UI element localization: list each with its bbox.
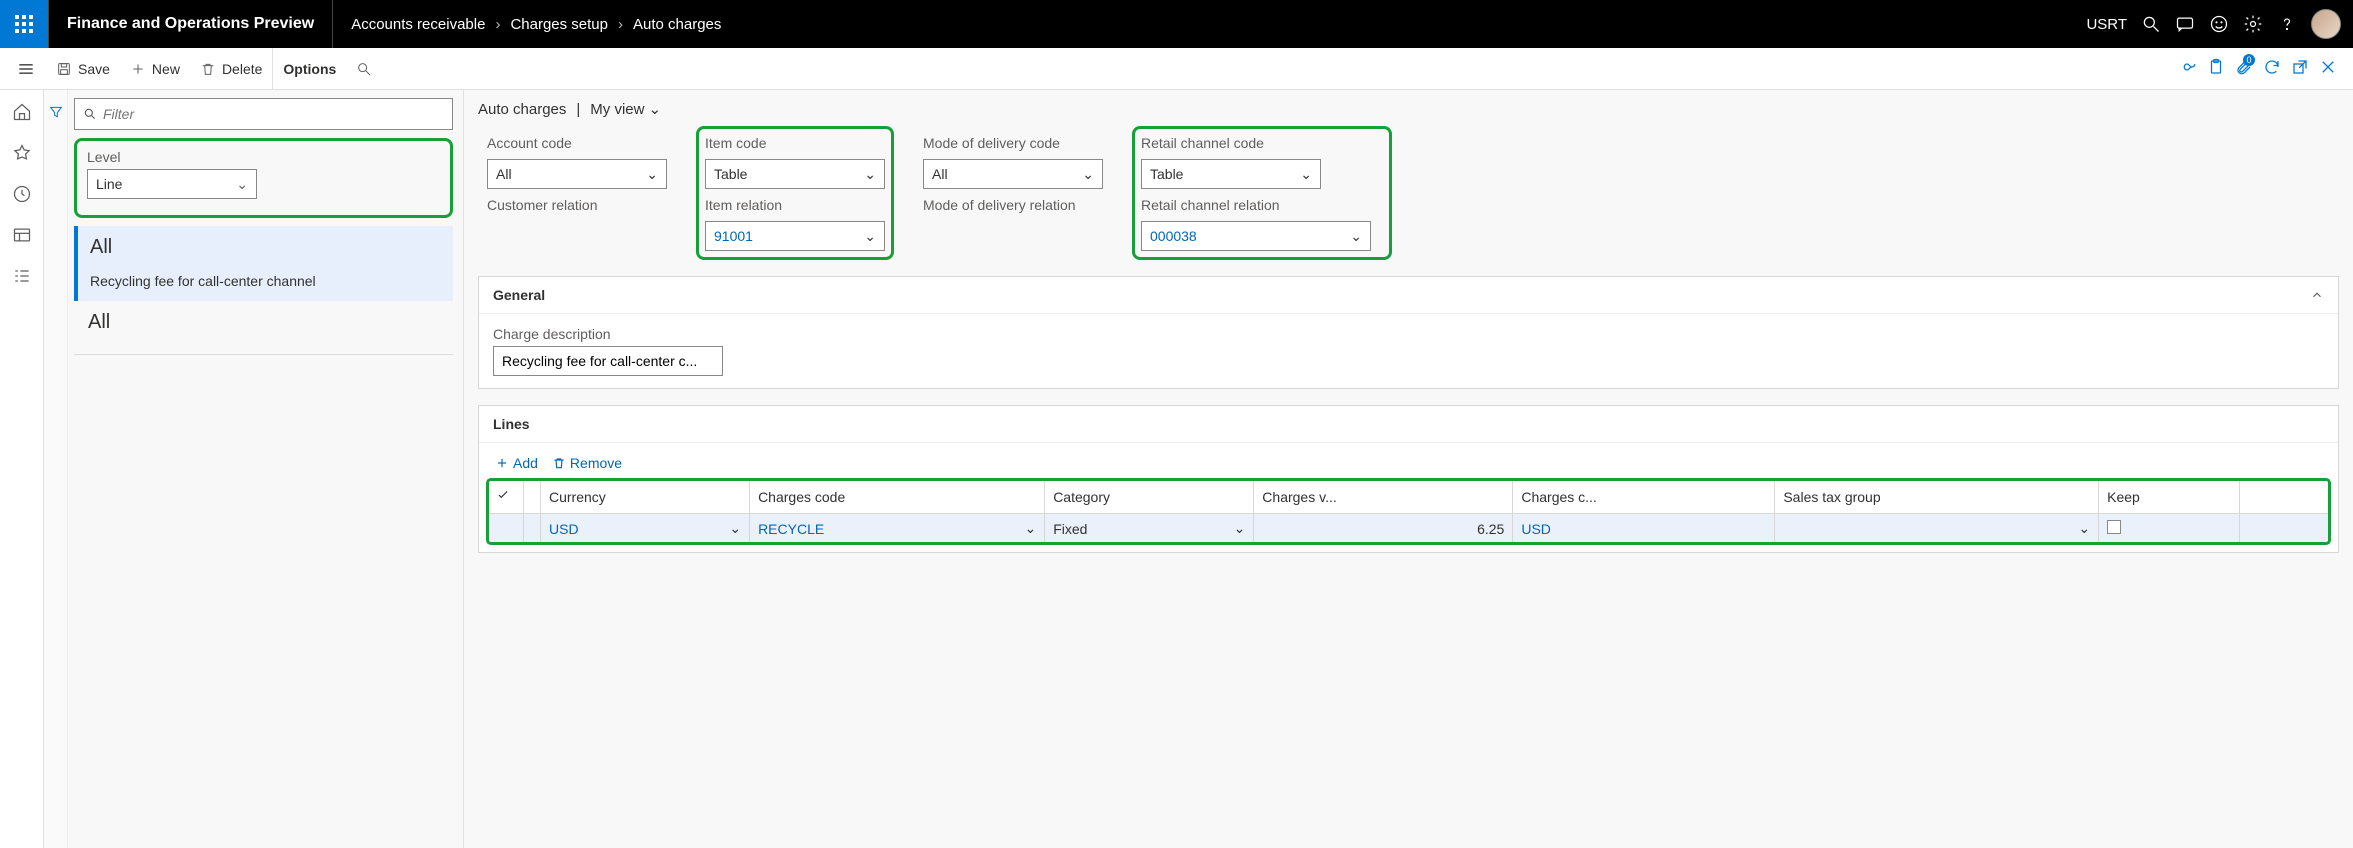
charge-description-input[interactable] [493,346,723,376]
account-code-select[interactable]: All⌄ [487,159,667,189]
popout-icon[interactable] [2291,58,2309,79]
smile-icon[interactable] [2209,14,2229,34]
search-icon[interactable] [2141,14,2161,34]
chevron-down-icon: ⌄ [646,166,658,183]
crumb-2[interactable]: Auto charges [633,16,721,33]
detail-pane: Auto charges | My view ⌄ Account code Al… [464,90,2353,848]
highlight-level: Level Line ⌄ [74,138,453,218]
col-charges-code[interactable]: Charges code [750,480,1045,514]
star-icon[interactable] [12,143,32,166]
avatar[interactable] [2311,9,2341,39]
crumb-1[interactable]: Charges setup [510,16,608,33]
col-charges-currency[interactable]: Charges c... [1513,480,1775,514]
chevron-down-icon: ⌄ [1024,520,1036,537]
section-lines: Lines Add Remove [478,405,2339,553]
chevron-down-icon: ⌄ [2078,520,2090,537]
chevron-down-icon: ⌄ [1234,520,1246,537]
crumb-0[interactable]: Accounts receivable [351,16,485,33]
search-button[interactable] [346,48,382,90]
general-heading[interactable]: General [479,277,2338,313]
filter-input[interactable] [97,105,444,123]
funnel-icon[interactable] [48,104,64,123]
modules-icon[interactable] [12,266,32,289]
add-line-button[interactable]: Add [495,455,538,471]
chat-icon[interactable] [2175,14,2195,34]
col-keep[interactable]: Keep [2099,480,2240,514]
keep-checkbox[interactable] [2107,520,2121,534]
delete-button[interactable]: Delete [190,48,273,90]
clock-icon[interactable] [12,184,32,207]
table-row[interactable]: USD ⌄ RECYCLE ⌄ Fixed ⌄ 6.25 USD ⌄ [488,514,2330,544]
lines-grid: Currency Charges code Category Charges v… [487,479,2330,544]
gear-icon[interactable] [2243,14,2263,34]
chevron-down-icon: ⌄ [729,520,741,537]
filter-input-wrap [74,98,453,130]
workspace-icon[interactable] [12,225,32,248]
chevron-down-icon: ⌄ [236,176,248,193]
level-label: Level [87,149,440,165]
chevron-right-icon: › [618,16,623,33]
options-button[interactable]: Options [273,48,346,90]
page-title: Auto charges [478,101,566,118]
lines-heading[interactable]: Lines [479,406,2338,442]
action-bar: Save New Delete Options 0 [0,48,2353,90]
close-icon[interactable] [2319,58,2337,79]
customer-relation-field[interactable] [487,221,667,251]
level-select[interactable]: Line ⌄ [87,169,257,199]
item-code-select[interactable]: Table⌄ [705,159,885,189]
breadcrumb: Accounts receivable › Charges setup › Au… [333,16,739,33]
chevron-down-icon: ⌄ [1350,228,1362,245]
trash-icon [552,456,566,470]
list-item-selected[interactable]: All Recycling fee for call-center channe… [74,226,453,301]
mode-relation-field[interactable] [923,221,1103,251]
retail-relation-select[interactable]: 000038⌄ [1141,221,1371,251]
save-button[interactable]: Save [46,48,120,90]
cell-charges-value[interactable]: 6.25 [1477,521,1504,537]
new-button[interactable]: New [120,48,190,90]
section-general: General Charge description [478,276,2339,389]
item-relation-select[interactable]: 91001⌄ [705,221,885,251]
app-title: Finance and Operations Preview [49,15,332,33]
infinity-icon[interactable] [2179,58,2197,79]
list-pane: Level Line ⌄ All Recycling fee for call-… [44,90,464,848]
chevron-down-icon: ⌄ [1082,166,1094,183]
remove-line-button[interactable]: Remove [552,455,622,471]
waffle-icon [15,15,33,33]
legal-entity[interactable]: USRT [2086,16,2127,33]
trash-icon [200,61,216,77]
retail-code-select[interactable]: Table⌄ [1141,159,1321,189]
cell-charges-code[interactable]: RECYCLE [758,521,824,537]
chevron-up-icon [2310,288,2324,302]
cell-charges-currency[interactable]: USD [1521,521,1551,537]
chevron-down-icon: ⌄ [864,228,876,245]
attachments-icon[interactable]: 0 [2235,58,2253,79]
refresh-icon[interactable] [2263,58,2281,79]
plus-icon [130,61,146,77]
cell-currency[interactable]: USD [549,521,579,537]
cell-category[interactable]: Fixed [1053,521,1087,537]
col-category[interactable]: Category [1045,480,1254,514]
hamburger-icon[interactable] [6,59,46,79]
top-bar: Finance and Operations Preview Accounts … [0,0,2353,48]
nav-rail [0,90,44,848]
plus-icon [495,456,509,470]
chevron-right-icon: › [495,16,500,33]
mode-code-select[interactable]: All⌄ [923,159,1103,189]
search-icon [83,107,97,121]
help-icon[interactable] [2277,14,2297,34]
list-item[interactable]: All [74,301,453,344]
col-charges-value[interactable]: Charges v... [1254,480,1513,514]
home-icon[interactable] [12,102,32,125]
chevron-down-icon: ⌄ [864,166,876,183]
col-sales-tax[interactable]: Sales tax group [1775,480,2099,514]
clipboard-icon[interactable] [2207,58,2225,79]
save-icon [56,61,72,77]
app-launcher[interactable] [0,0,48,48]
chevron-down-icon: ⌄ [1300,166,1312,183]
col-currency[interactable]: Currency [541,480,750,514]
view-picker[interactable]: My view ⌄ [590,100,661,118]
search-icon [356,61,372,77]
chevron-down-icon: ⌄ [648,100,661,118]
select-all[interactable] [488,480,524,514]
